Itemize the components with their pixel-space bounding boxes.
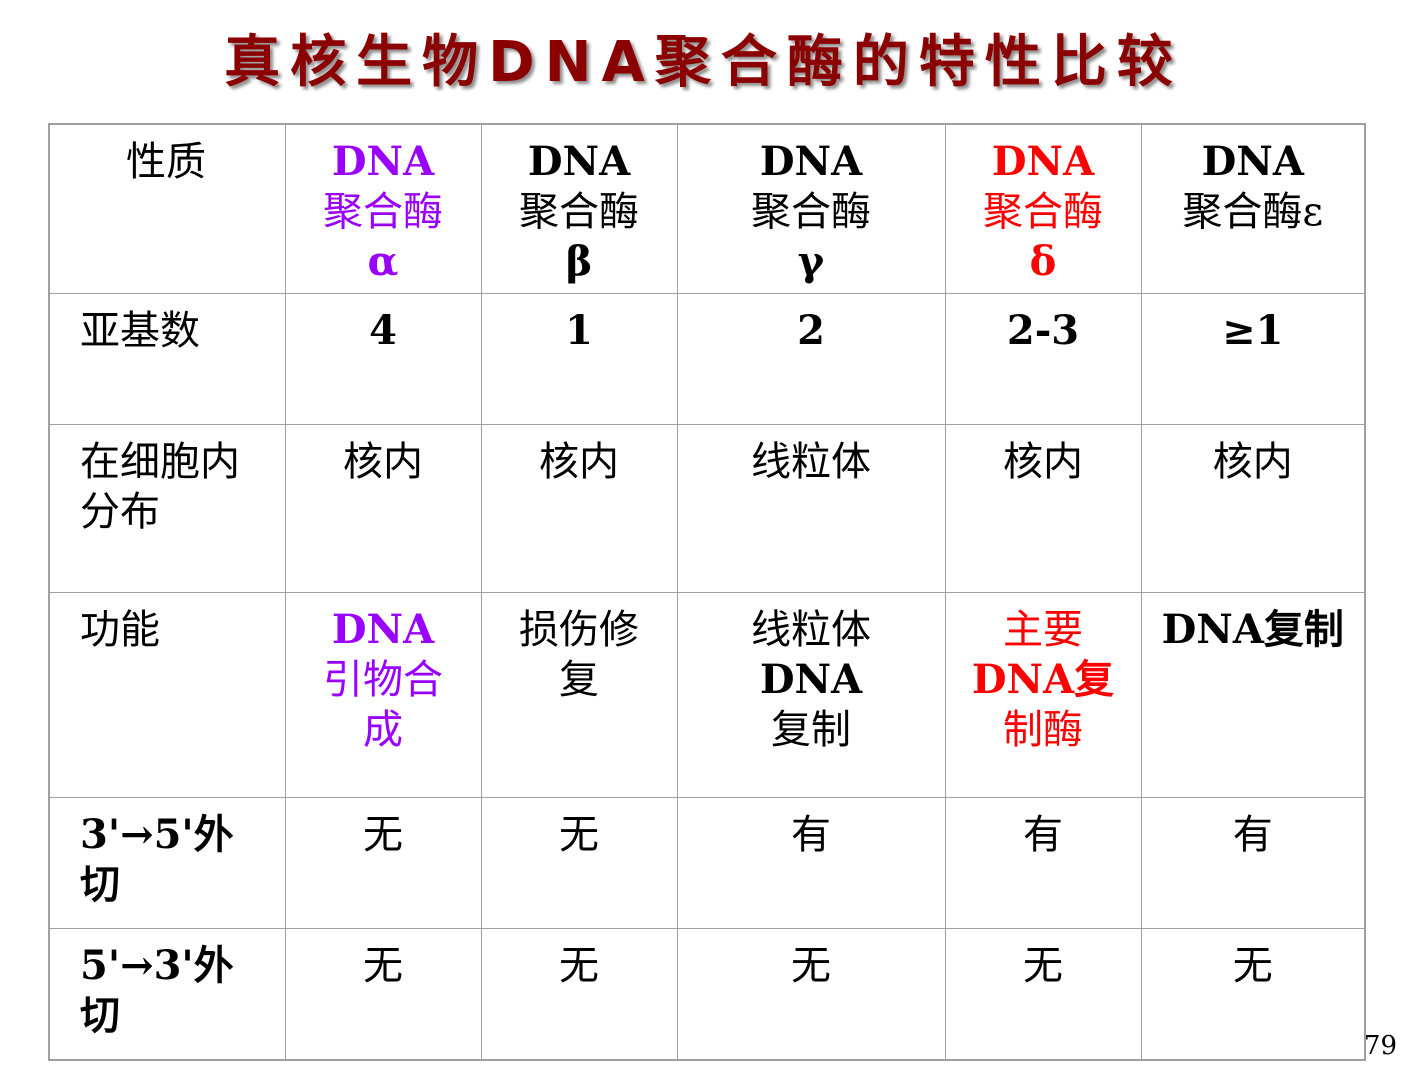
- cell-function-beta-text: 损伤修 复: [519, 606, 639, 703]
- cell-subunits-beta: 1: [480, 292, 678, 425]
- cell-function-delta-line3: 制酶: [1003, 706, 1083, 753]
- header-delta-line1: DNA: [991, 138, 1095, 185]
- table-row-exo-5to3: 5'→3'外 切 无 无 无 无 无: [48, 927, 1366, 1061]
- cell-exo-3to5-gamma: 有: [676, 796, 946, 929]
- row-label-exo-5to3: 5'→3'外 切: [48, 927, 286, 1061]
- row-label-subunits: 亚基数: [48, 292, 286, 425]
- header-gamma-line2: 聚合酶: [751, 189, 871, 235]
- cell-subunits-epsilon: ≥1: [1140, 292, 1366, 425]
- header-alpha-line2: 聚合酶: [323, 189, 443, 235]
- cell-function-gamma-line3: 复制: [771, 706, 851, 753]
- cell-exo-5to3-gamma: 无: [676, 927, 946, 1061]
- table-header-row: 性质 DNA 聚合酶 α DNA 聚合酶 β DNA 聚合酶 γ DNA 聚合酶…: [48, 123, 1366, 294]
- cell-exo-3to5-epsilon: 有: [1140, 796, 1366, 929]
- cell-exo-5to3-delta: 无: [944, 927, 1142, 1061]
- header-property: 性质: [48, 123, 286, 294]
- cell-function-gamma: 线粒体 DNA 复制: [676, 591, 946, 798]
- header-beta-line3: β: [565, 238, 593, 285]
- header-pol-alpha: DNA 聚合酶 α: [284, 123, 482, 294]
- header-delta-line3: δ: [1029, 238, 1057, 285]
- cell-exo-5to3-alpha: 无: [284, 927, 482, 1061]
- cell-exo-3to5-beta: 无: [480, 796, 678, 929]
- row-label-exo-5to3-text: 5'→3'外 切: [80, 941, 234, 1039]
- row-label-exo-3to5-text: 3'→5'外 切: [80, 810, 234, 908]
- header-epsilon-line1: DNA: [1201, 138, 1304, 185]
- cell-location-epsilon: 核内: [1140, 423, 1366, 593]
- header-property-label: 性质: [126, 139, 206, 185]
- header-pol-epsilon: DNA 聚合酶ε: [1140, 123, 1366, 294]
- table-row-exo-3to5: 3'→5'外 切 无 无 有 有 有: [48, 796, 1366, 929]
- header-alpha-line1: DNA: [331, 138, 435, 185]
- header-beta-line1: DNA: [527, 138, 631, 185]
- cell-location-alpha: 核内: [284, 423, 482, 593]
- table-row-subunits: 亚基数 4 1 2 2-3 ≥1: [48, 292, 1366, 425]
- cell-function-delta-line2: DNA复: [971, 655, 1115, 703]
- cell-subunits-alpha: 4: [284, 292, 482, 425]
- cell-function-epsilon: DNA复制: [1140, 591, 1366, 798]
- row-label-function: 功能: [48, 591, 286, 798]
- cell-subunits-gamma: 2: [676, 292, 946, 425]
- cell-function-gamma-line2: DNA: [759, 655, 863, 703]
- header-gamma-line1: DNA: [759, 138, 863, 185]
- row-label-exo-3to5: 3'→5'外 切: [48, 796, 286, 929]
- cell-function-alpha-line1: DNA: [331, 605, 435, 653]
- header-pol-delta: DNA 聚合酶 δ: [944, 123, 1142, 294]
- header-beta-line2: 聚合酶: [519, 189, 639, 235]
- header-pol-beta: DNA 聚合酶 β: [480, 123, 678, 294]
- table-row-function: 功能 DNA 引物合 成 损伤修 复 线粒体 DNA 复制 主要 DNA复 制酶…: [48, 591, 1366, 798]
- header-delta-line2: 聚合酶: [983, 189, 1103, 235]
- header-gamma-line3: γ: [797, 238, 825, 285]
- header-epsilon-line2: 聚合酶ε: [1182, 189, 1324, 235]
- cell-location-delta: 核内: [944, 423, 1142, 593]
- header-pol-gamma: DNA 聚合酶 γ: [676, 123, 946, 294]
- cell-exo-5to3-epsilon: 无: [1140, 927, 1366, 1061]
- cell-function-delta-line1: 主要: [1003, 606, 1083, 653]
- cell-function-delta: 主要 DNA复 制酶: [944, 591, 1142, 798]
- row-label-location: 在细胞内 分布: [48, 423, 286, 593]
- cell-exo-3to5-alpha: 无: [284, 796, 482, 929]
- table-row-location: 在细胞内 分布 核内 核内 线粒体 核内 核内: [48, 423, 1366, 593]
- row-label-location-text: 在细胞内 分布: [80, 438, 240, 535]
- row-label-subunits-text: 亚基数: [80, 307, 200, 354]
- row-label-function-text: 功能: [80, 606, 160, 653]
- cell-function-alpha: DNA 引物合 成: [284, 591, 482, 798]
- header-alpha-line3: α: [367, 238, 399, 285]
- cell-location-gamma: 线粒体: [676, 423, 946, 593]
- slide-title: 真核生物DNA聚合酶的特性比较: [224, 30, 1183, 95]
- cell-function-gamma-line1: 线粒体: [751, 606, 871, 653]
- cell-function-beta: 损伤修 复: [480, 591, 678, 798]
- cell-exo-5to3-beta: 无: [480, 927, 678, 1061]
- page-number: 79: [1363, 1031, 1397, 1061]
- cell-subunits-delta: 2-3: [944, 292, 1142, 425]
- cell-function-alpha-line2: 引物合 成: [323, 656, 443, 753]
- cell-exo-3to5-delta: 有: [944, 796, 1142, 929]
- cell-location-beta: 核内: [480, 423, 678, 593]
- dna-polymerase-comparison-table: 性质 DNA 聚合酶 α DNA 聚合酶 β DNA 聚合酶 γ DNA 聚合酶…: [48, 123, 1366, 1061]
